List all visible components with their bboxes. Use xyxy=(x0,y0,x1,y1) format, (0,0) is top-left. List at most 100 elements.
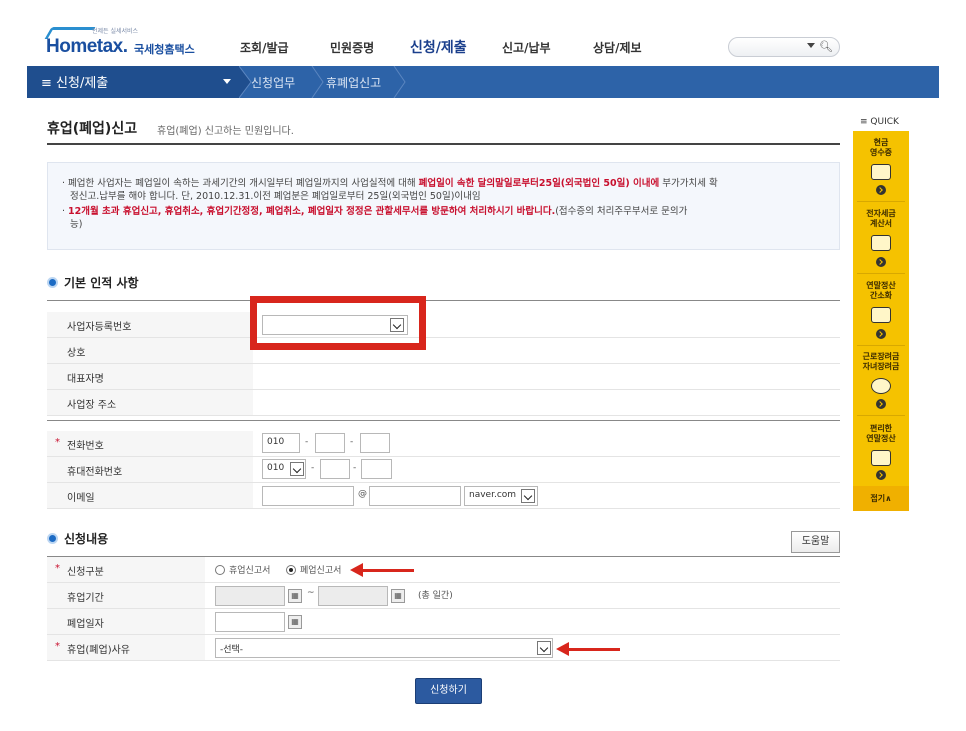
row-representative: 대표자명 xyxy=(47,364,840,390)
quick-e-tax-invoice[interactable]: 전자세금 계산서 xyxy=(853,209,909,229)
go-arrow-icon[interactable] xyxy=(876,470,886,480)
notice-box: · 폐업한 사업자는 폐업일이 속하는 과세기간의 개시일부터 폐업일까지의 사… xyxy=(47,162,840,250)
annotation-arrow xyxy=(350,563,414,577)
section-basic-info-title: 기본 인적 사항 xyxy=(47,274,139,291)
chevron-down-icon[interactable] xyxy=(290,462,304,476)
email-domain-input[interactable] xyxy=(369,486,461,506)
search-icon[interactable]: 🔍︎ xyxy=(819,40,833,53)
receipt-icon[interactable] xyxy=(871,164,891,180)
menu-label: 신청/제출 xyxy=(56,76,109,91)
go-arrow-icon[interactable] xyxy=(876,399,886,409)
hometax-logo[interactable]: 언제든 실세서비스 Hometax. 국세청홈택스 xyxy=(44,26,206,60)
radio-suspension-label[interactable]: 휴업신고서 xyxy=(229,563,270,576)
notice-line-1: · 폐업한 사업자는 폐업일이 속하는 과세기간의 개시일부터 폐업일까지의 사… xyxy=(62,178,718,189)
page-description: 휴업(폐업) 신고하는 민원입니다. xyxy=(157,126,294,137)
label-closure-date: 폐업일자 xyxy=(67,619,104,630)
breadcrumb-separator-icon xyxy=(393,66,406,98)
go-arrow-icon[interactable] xyxy=(876,185,886,195)
section-divider xyxy=(47,420,840,421)
label-suspension-period: 휴업기간 xyxy=(67,593,104,604)
nav-consult[interactable]: 상담/제보 xyxy=(593,39,642,56)
period-total: (총 일간) xyxy=(418,591,453,601)
notice-line-2: 정신고.납부를 해야 합니다. 단, 2010.12.31.이전 폐업분은 폐업… xyxy=(70,191,481,202)
calendar-icon[interactable]: ▦ xyxy=(288,615,302,629)
submit-button[interactable]: 신청하기 xyxy=(415,678,482,704)
email-id-input[interactable] xyxy=(262,486,354,506)
required-marker: * xyxy=(55,641,60,652)
nav-application[interactable]: 신청/제출 xyxy=(410,37,467,57)
menu-select[interactable]: ≡ 신청/제출 xyxy=(27,66,239,98)
bullet-icon xyxy=(47,533,58,544)
row-email: 이메일 @ naver.com xyxy=(47,483,840,509)
go-arrow-icon[interactable] xyxy=(876,257,886,267)
label-phone: 전화번호 xyxy=(67,441,104,452)
phone-last-input[interactable] xyxy=(360,433,390,453)
calculator-icon[interactable] xyxy=(871,450,891,466)
go-arrow-icon[interactable] xyxy=(876,329,886,339)
reason-select[interactable]: -선택- xyxy=(215,638,553,658)
row-trade-name: 상호 xyxy=(47,338,840,364)
row-reason: * 휴업(폐업)사유 -선택- xyxy=(47,635,840,661)
phone-middle-input[interactable] xyxy=(315,433,345,453)
heart-icon[interactable] xyxy=(871,378,891,394)
breadcrumb-item-1[interactable]: 신청업무 xyxy=(251,74,295,91)
quick-convenient-year-end[interactable]: 편리한 연말정산 xyxy=(853,424,909,444)
highlight-box xyxy=(250,296,426,350)
chevron-down-icon[interactable] xyxy=(521,489,535,503)
logo-subtext: 국세청홈택스 xyxy=(134,43,195,56)
nav-inquiry[interactable]: 조회/발급 xyxy=(240,39,289,56)
chevron-down-icon[interactable] xyxy=(537,641,551,655)
breadcrumb-bar: ≡ 신청/제출 신청업무 휴폐업신고 xyxy=(27,66,939,98)
nav-filing[interactable]: 신고/납부 xyxy=(502,39,551,56)
nav-certificate[interactable]: 민원증명 xyxy=(330,39,374,56)
row-application-type: * 신청구분 휴업신고서 폐업신고서 xyxy=(47,557,840,583)
row-phone: * 전화번호 010 - - xyxy=(47,431,840,457)
phone-prefix-input[interactable]: 010 xyxy=(262,433,300,453)
radio-suspension[interactable] xyxy=(215,565,225,575)
section-divider xyxy=(47,300,840,301)
label-email: 이메일 xyxy=(67,493,95,504)
label-representative: 대표자명 xyxy=(67,374,104,385)
chevron-down-icon xyxy=(223,79,231,84)
quick-menu: 현금 영수증 전자세금 계산서 연말정산 간소화 근로장려금 자녀장려금 편리한 연말정산… xyxy=(853,131,909,511)
breadcrumb-separator-icon xyxy=(311,66,324,98)
notice-line-3: · 12개월 초과 휴업신고, 휴업취소, 휴업기간정정, 폐업취소, 폐업일자… xyxy=(62,206,688,217)
quick-earned-income-credit[interactable]: 근로장려금 자녀장려금 xyxy=(853,352,909,372)
quick-label: ≡ QUICK xyxy=(860,117,899,127)
required-marker: * xyxy=(55,563,60,574)
label-mobile: 휴대전화번호 xyxy=(67,467,123,478)
row-address: 사업장 주소 xyxy=(47,390,840,416)
section-application-title: 신청내용 xyxy=(47,530,108,547)
help-button[interactable]: 도움말 xyxy=(791,531,840,553)
label-reason: 휴업(폐업)사유 xyxy=(67,645,131,656)
quick-close-button[interactable]: 접기∧ xyxy=(853,486,909,511)
quick-cash-receipt[interactable]: 현금 영수증 xyxy=(853,138,909,158)
row-mobile: 휴대전화번호 010 - - xyxy=(47,457,840,483)
label-address: 사업장 주소 xyxy=(67,400,117,411)
document-icon[interactable] xyxy=(871,235,891,251)
period-start-input[interactable] xyxy=(215,586,285,606)
closure-date-input[interactable] xyxy=(215,612,285,632)
label-business-number: 사업자등록번호 xyxy=(67,322,132,333)
calendar-icon[interactable]: ▦ xyxy=(391,589,405,603)
period-end-input[interactable] xyxy=(318,586,388,606)
mobile-last-input[interactable] xyxy=(361,459,392,479)
mobile-middle-input[interactable] xyxy=(320,459,350,479)
spreadsheet-icon[interactable] xyxy=(871,307,891,323)
row-suspension-period: 휴업기간 ▦ ~ ▦ (총 일간) xyxy=(47,583,840,609)
breadcrumb-item-2[interactable]: 휴폐업신고 xyxy=(326,74,381,91)
logo-tagline: 언제든 실세서비스 xyxy=(92,28,139,35)
logo-text: Hometax. xyxy=(46,36,128,57)
label-trade-name: 상호 xyxy=(67,348,86,359)
search-box[interactable]: 🔍︎ xyxy=(728,37,840,57)
radio-closure-label[interactable]: 폐업신고서 xyxy=(300,563,341,576)
calendar-icon[interactable]: ▦ xyxy=(288,589,302,603)
quick-year-end-simplified[interactable]: 연말정산 간소화 xyxy=(853,281,909,301)
radio-closure[interactable] xyxy=(286,565,296,575)
hamburger-icon: ≡ xyxy=(41,76,57,91)
bullet-icon xyxy=(47,277,58,288)
row-business-number: 사업자등록번호 xyxy=(47,312,840,338)
notice-line-4: 능) xyxy=(70,219,83,230)
search-dropdown-icon[interactable] xyxy=(807,43,815,48)
page-title: 휴업(폐업)신고 xyxy=(47,121,138,137)
